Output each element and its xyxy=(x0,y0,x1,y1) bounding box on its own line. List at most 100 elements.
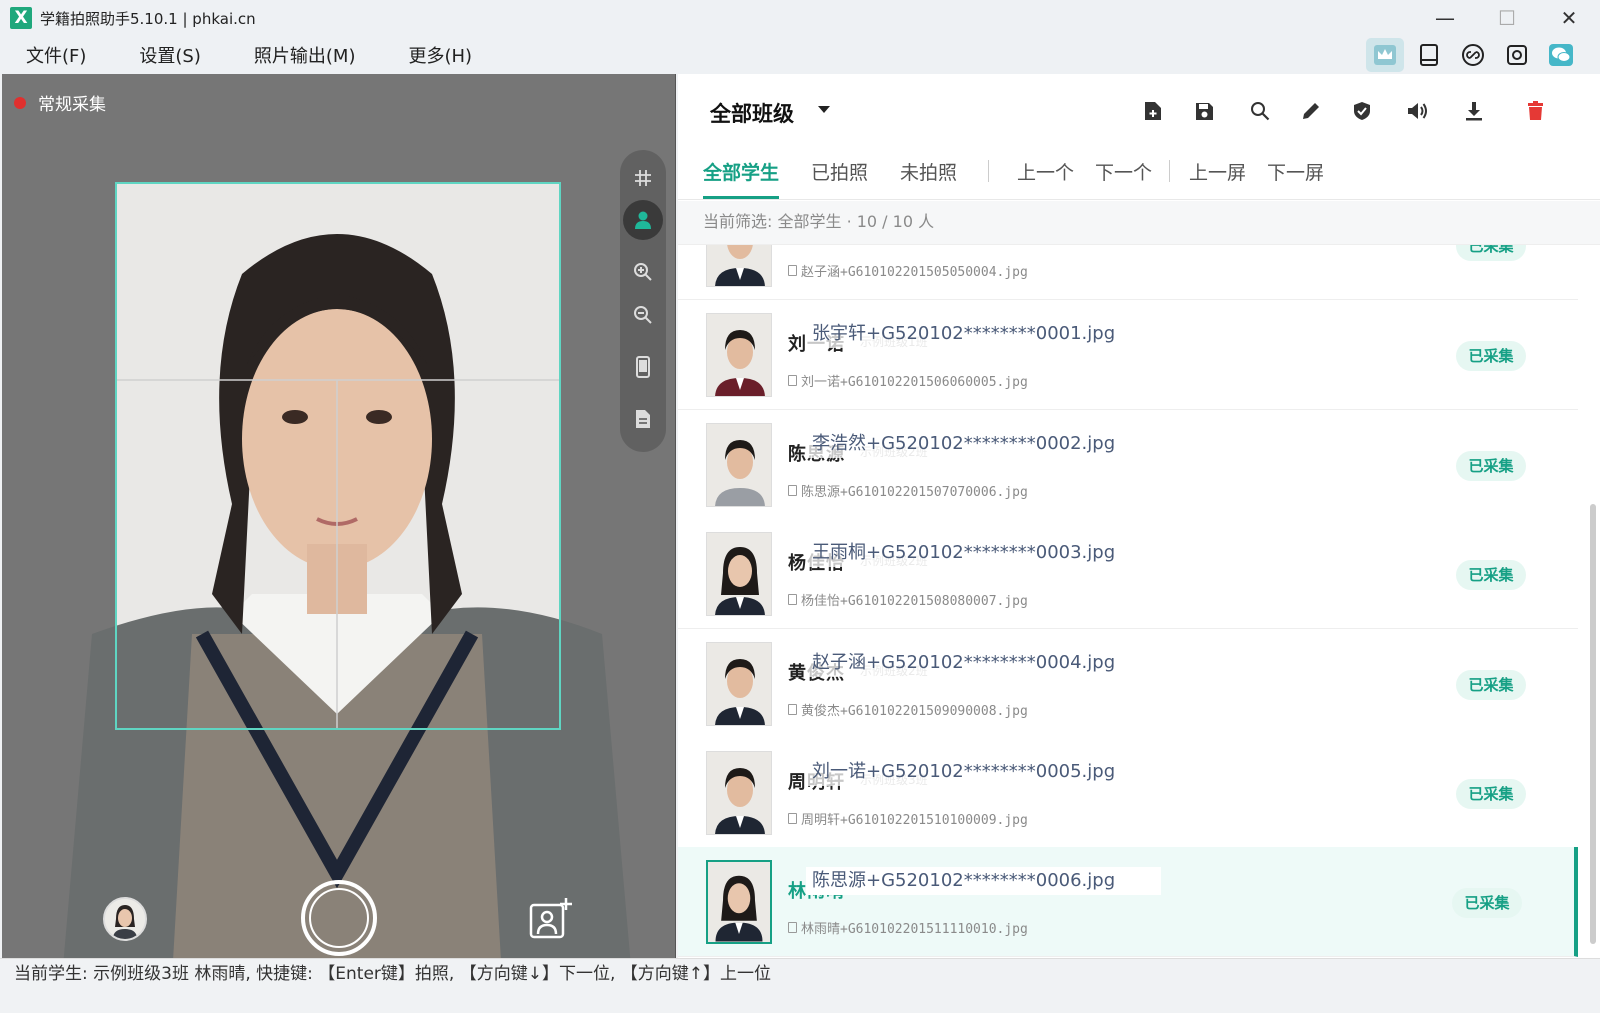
minimize-icon: — xyxy=(1435,6,1455,30)
status-badge: 已采集 xyxy=(1456,779,1526,809)
menu-output[interactable]: 照片输出(M) xyxy=(254,42,356,68)
list-scrollbar[interactable] xyxy=(1590,504,1596,944)
chevron-down-icon[interactable] xyxy=(818,106,830,113)
student-list[interactable]: 已采集 赵子涵+G610102201505050004.jpg 刘一诺 示例班级… xyxy=(678,245,1588,978)
record-dot-icon xyxy=(14,96,26,109)
grid-button[interactable] xyxy=(623,158,663,198)
photo-filename-overlay: 王雨桐+G520102********0003.jpg xyxy=(806,539,1122,567)
search-icon xyxy=(1251,102,1270,121)
shield-icon xyxy=(1354,102,1370,120)
shield-button[interactable] xyxy=(1347,96,1377,126)
edit-icon xyxy=(1303,103,1319,119)
student-row[interactable]: 杨佳怡 示例班级2班 王雨桐+G520102********0003.jpg 杨… xyxy=(678,519,1578,629)
shutter-inner xyxy=(309,888,369,948)
student-row[interactable]: 黄俊杰 示例班级2班 赵子涵+G520102********0004.jpg 黄… xyxy=(678,629,1578,739)
tab-all-students[interactable]: 全部学生 xyxy=(703,158,779,185)
panel-toolbar xyxy=(1138,96,1578,126)
phone-button[interactable] xyxy=(623,347,663,387)
photo-filename-overlay: 张宇轩+G520102********0001.jpg xyxy=(806,320,1122,348)
minimize-button[interactable]: — xyxy=(1414,0,1476,36)
tab-active-indicator xyxy=(703,196,779,199)
class-selector-label[interactable]: 全部班级 xyxy=(710,98,794,128)
student-row[interactable]: 刘一诺 示例班级1班 张宇轩+G520102********0001.jpg 刘… xyxy=(678,300,1578,410)
student-file-name: 林雨晴+G610102201511110010.jpg xyxy=(801,922,1028,937)
photo-filename-overlay: 陈思源+G520102********0006.jpg xyxy=(806,867,1161,895)
student-file: 周明轩+G610102201510100009.jpg xyxy=(788,809,1028,828)
student-file-name: 刘一诺+G610102201506060005.jpg xyxy=(801,375,1028,390)
student-row-selected[interactable]: 林雨晴 示例班级3班 陈思源+G520102********0006.jpg 林… xyxy=(678,847,1578,957)
maximize-button[interactable]: ☐ xyxy=(1476,0,1538,36)
student-file: 赵子涵+G610102201505050004.jpg xyxy=(788,261,1028,280)
add-person-photo-icon xyxy=(529,898,572,939)
student-row[interactable]: 已采集 赵子涵+G610102201505050004.jpg xyxy=(678,245,1578,300)
link-button[interactable] xyxy=(1454,38,1492,72)
menu-settings[interactable]: 设置(S) xyxy=(139,42,200,68)
student-face-image xyxy=(707,424,771,506)
student-row[interactable]: 周明轩 示例班级3班 刘一诺+G520102********0005.jpg 周… xyxy=(678,738,1578,848)
document-button[interactable] xyxy=(623,399,663,439)
student-face-image xyxy=(707,314,771,396)
add-file-button[interactable] xyxy=(1138,96,1168,126)
student-photo xyxy=(706,245,772,287)
volume-button[interactable] xyxy=(1403,96,1433,126)
student-face-image xyxy=(707,752,771,834)
prev-student-button[interactable]: 上一个 xyxy=(1017,158,1074,185)
face-frame xyxy=(115,182,561,730)
student-file-name: 陈思源+G610102201507070006.jpg xyxy=(801,485,1028,500)
add-file-icon xyxy=(1145,102,1161,120)
current-student-avatar[interactable] xyxy=(103,897,147,941)
phone-icon xyxy=(636,356,650,378)
student-photo xyxy=(706,751,772,835)
crown-button[interactable] xyxy=(1366,38,1404,72)
grid-icon xyxy=(635,170,651,186)
prev-screen-button[interactable]: 上一屏 xyxy=(1189,158,1246,185)
file-icon xyxy=(788,485,797,496)
menu-file[interactable]: 文件(F) xyxy=(26,42,86,68)
person-icon xyxy=(635,211,651,229)
zoom-out-icon xyxy=(634,306,652,324)
download-icon xyxy=(1466,102,1482,121)
edit-button[interactable] xyxy=(1296,96,1326,126)
search-button[interactable] xyxy=(1245,96,1275,126)
status-bar: 当前学生: 示例班级3班 林雨晴, 快捷键: 【Enter键】拍照, 【方向键↓… xyxy=(0,958,1600,988)
student-file: 杨佳怡+G610102201508080007.jpg xyxy=(788,590,1028,609)
tablet-icon xyxy=(1420,44,1438,66)
file-icon xyxy=(788,704,797,715)
avatar-face-image xyxy=(105,899,145,939)
wechat-button[interactable] xyxy=(1542,38,1580,72)
add-photo-button[interactable] xyxy=(528,896,574,942)
zoom-out-button[interactable] xyxy=(623,295,663,335)
zoom-in-button[interactable] xyxy=(623,252,663,292)
camera-preview[interactable]: 常规采集 xyxy=(2,74,676,978)
download-button[interactable] xyxy=(1459,96,1489,126)
tab-bar: 全部学生 已拍照 未拍照 上一个 下一个 上一屏 下一屏 xyxy=(678,150,1600,200)
filter-status: 当前筛选: 全部学生 · 10 / 10 人 xyxy=(678,201,1600,245)
student-panel: 全部班级 全部学生 已拍照 未拍照 上一个 下一个 上一屏 下一屏 当前筛选: … xyxy=(678,74,1600,978)
student-row[interactable]: 陈思源 示例班级2班 李浩然+G520102********0002.jpg 陈… xyxy=(678,410,1578,520)
close-icon: ✕ xyxy=(1560,6,1578,30)
student-face-image xyxy=(707,643,771,725)
save-button[interactable] xyxy=(1189,96,1219,126)
student-file-name: 赵子涵+G610102201505050004.jpg xyxy=(801,265,1028,280)
next-student-button[interactable]: 下一个 xyxy=(1095,158,1152,185)
student-file: 林雨晴+G610102201511110010.jpg xyxy=(788,918,1028,937)
menu-more[interactable]: 更多(H) xyxy=(408,42,472,68)
scan-button[interactable] xyxy=(1498,38,1536,72)
tab-not-photographed[interactable]: 未拍照 xyxy=(900,158,957,185)
status-badge: 已采集 xyxy=(1456,670,1526,700)
status-badge: 已采集 xyxy=(1456,341,1526,371)
shutter-button[interactable] xyxy=(301,880,377,956)
person-button[interactable] xyxy=(623,200,663,240)
status-badge: 已采集 xyxy=(1452,888,1522,918)
tab-photographed[interactable]: 已拍照 xyxy=(811,158,868,185)
top-toolbar xyxy=(1366,38,1580,72)
photo-filename-overlay: 刘一诺+G520102********0005.jpg xyxy=(806,758,1122,786)
tablet-button[interactable] xyxy=(1410,38,1448,72)
menu-bar: 文件(F) 设置(S) 照片输出(M) 更多(H) xyxy=(0,36,1600,74)
tab-divider xyxy=(988,160,989,182)
close-button[interactable]: ✕ xyxy=(1538,0,1600,36)
next-screen-button[interactable]: 下一屏 xyxy=(1267,158,1324,185)
student-file: 黄俊杰+G610102201509090008.jpg xyxy=(788,700,1028,719)
delete-button[interactable] xyxy=(1520,96,1550,126)
crown-icon xyxy=(1374,45,1396,65)
